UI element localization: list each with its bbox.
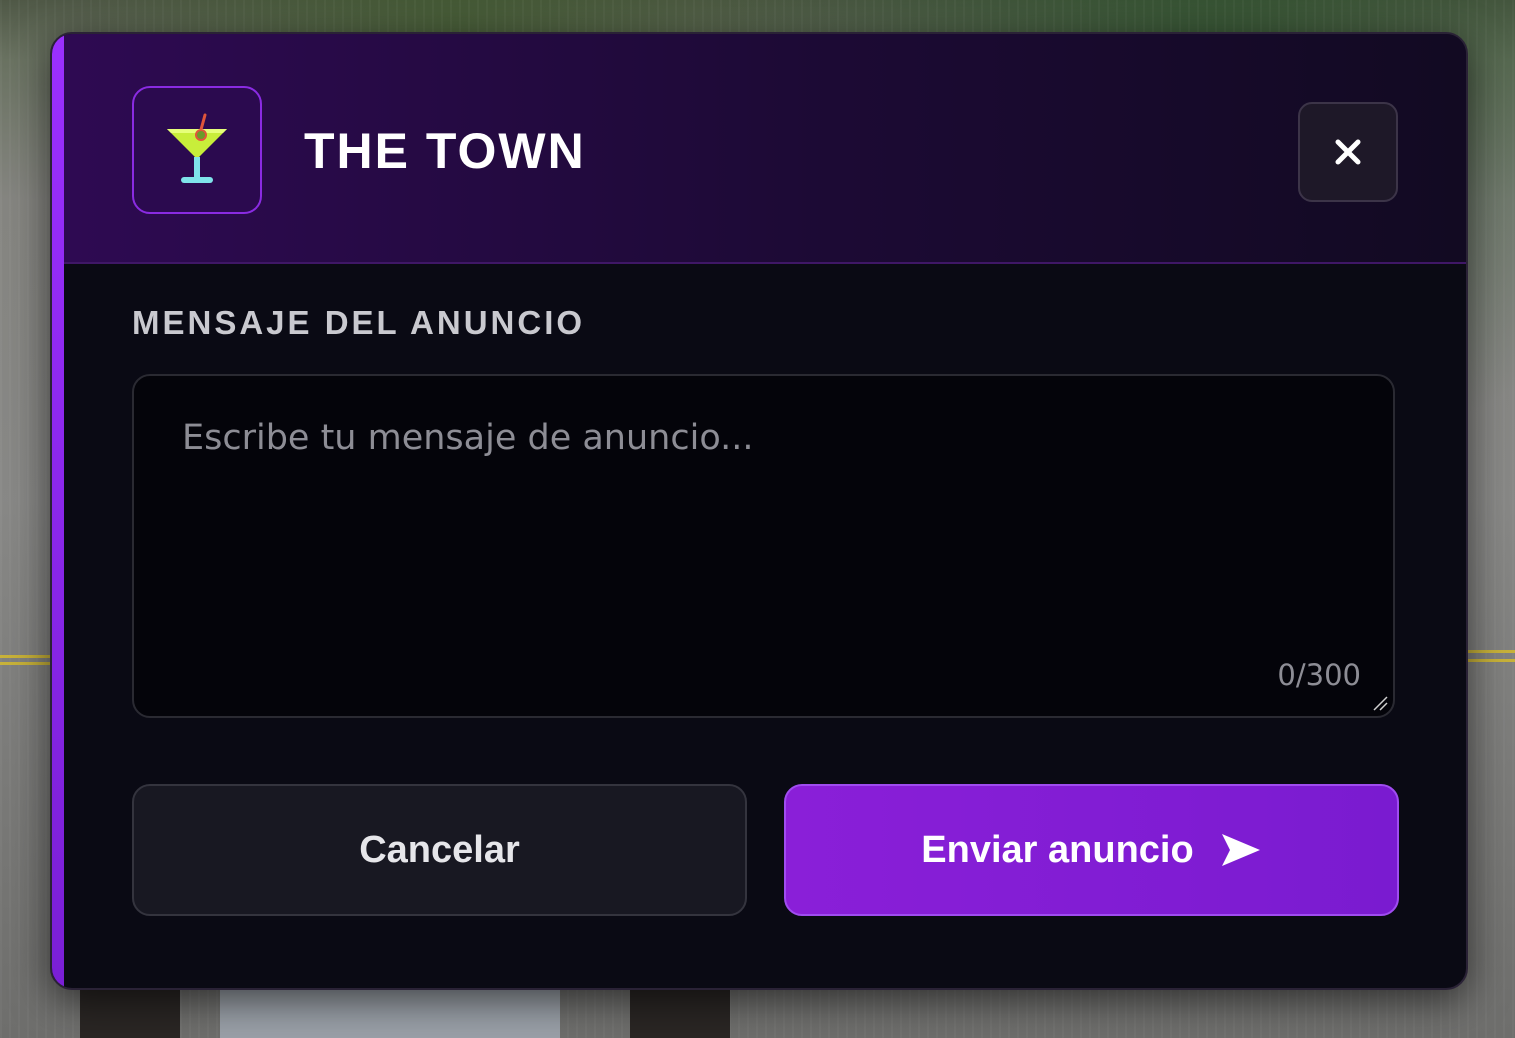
character-legs	[80, 985, 730, 1038]
message-textarea[interactable]	[134, 376, 1393, 716]
message-textarea-container: 0/300	[132, 374, 1395, 718]
modal-title: THE TOWN	[304, 123, 586, 179]
close-icon	[1335, 139, 1361, 165]
road-marking	[1465, 650, 1515, 662]
logo-badge	[132, 86, 262, 214]
resize-handle-icon[interactable]	[1371, 694, 1389, 712]
modal-accent-bar	[52, 34, 64, 988]
cocktail-glass-icon	[167, 113, 227, 183]
send-button-label: Enviar anuncio	[921, 828, 1194, 871]
close-button[interactable]	[1298, 102, 1398, 202]
character-counter: 0/300	[1277, 658, 1361, 692]
announcement-modal: THE TOWN MENSAJE DEL ANUNCIO 0/300 Cance…	[50, 32, 1468, 990]
cancel-button-label: Cancelar	[359, 828, 520, 871]
send-arrow-icon	[1221, 834, 1260, 866]
road-marking	[0, 655, 55, 665]
message-field-label: MENSAJE DEL ANUNCIO	[132, 304, 586, 341]
modal-header: THE TOWN	[64, 34, 1466, 264]
send-announcement-button[interactable]: Enviar anuncio	[784, 784, 1399, 916]
cancel-button[interactable]: Cancelar	[132, 784, 747, 916]
